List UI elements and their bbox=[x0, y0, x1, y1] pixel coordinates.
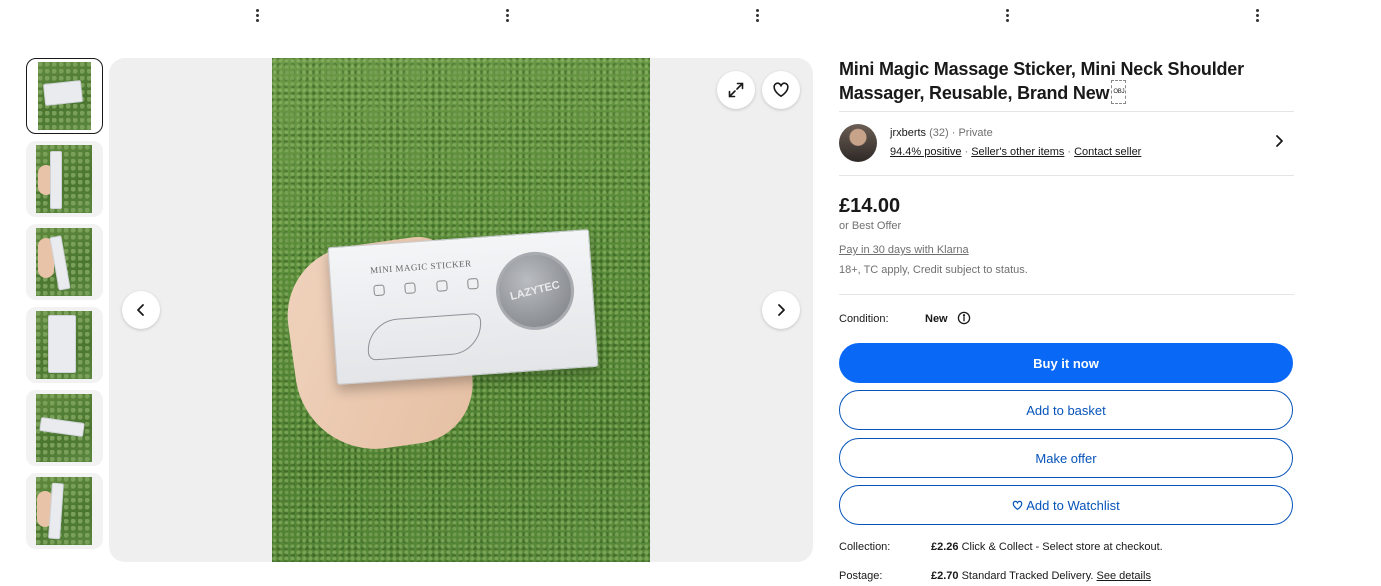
separator: · bbox=[1067, 146, 1072, 158]
product-title-text: Mini Magic Massage Sticker, Mini Neck Sh… bbox=[839, 59, 1244, 103]
product-title: Mini Magic Massage Sticker, Mini Neck Sh… bbox=[839, 58, 1294, 104]
chevron-right-icon[interactable] bbox=[1272, 134, 1286, 148]
more-options-icon[interactable] bbox=[501, 6, 513, 24]
product-box: MINI MAGIC STICKER LAZYTEC bbox=[327, 229, 599, 385]
seller-type: · Private bbox=[951, 127, 993, 139]
divider bbox=[839, 111, 1294, 112]
heart-icon bbox=[773, 82, 789, 97]
chevron-left-icon bbox=[137, 304, 144, 316]
thumbnail-4[interactable] bbox=[26, 307, 103, 383]
watchlist-label: Add to Watchlist bbox=[1026, 497, 1120, 513]
box-brand: LAZYTEC bbox=[508, 278, 562, 303]
info-icon[interactable] bbox=[957, 311, 971, 325]
main-image-viewer: MINI MAGIC STICKER LAZYTEC bbox=[109, 58, 813, 562]
product-box bbox=[50, 151, 62, 209]
collection-price: £2.26 bbox=[931, 541, 959, 553]
box-illustration bbox=[365, 312, 484, 361]
product-box bbox=[39, 417, 85, 437]
seller-avatar[interactable] bbox=[839, 124, 877, 162]
klarna-link[interactable]: Pay in 30 days with Klarna bbox=[839, 244, 969, 256]
seller-name-line: jrxberts (32) · Private bbox=[890, 127, 993, 139]
box-icons bbox=[373, 277, 479, 297]
contact-seller-link[interactable]: Contact seller bbox=[1074, 146, 1141, 158]
seller-other-items-link[interactable]: Seller's other items bbox=[971, 146, 1064, 158]
expand-button[interactable] bbox=[717, 71, 755, 109]
product-box bbox=[48, 482, 64, 540]
klarna-terms: 18+, TC apply, Credit subject to status. bbox=[839, 264, 1028, 276]
obj-badge: OBJ bbox=[1111, 80, 1127, 104]
box-device: LAZYTEC bbox=[493, 249, 577, 333]
product-box bbox=[48, 315, 76, 373]
add-to-basket-button[interactable]: Add to basket bbox=[839, 390, 1293, 430]
thumbnail-6[interactable] bbox=[26, 473, 103, 549]
heart-icon bbox=[1012, 500, 1023, 510]
seller-feedback-link[interactable]: 94.4% positive bbox=[890, 146, 962, 158]
buy-it-now-button[interactable]: Buy it now bbox=[839, 343, 1293, 383]
more-options-icon[interactable] bbox=[751, 6, 763, 24]
thumbnail-image bbox=[36, 311, 92, 379]
thumbnail-2[interactable] bbox=[26, 141, 103, 217]
chevron-right-icon bbox=[778, 304, 785, 316]
add-to-watchlist-button[interactable]: Add to Watchlist bbox=[839, 485, 1293, 525]
seller-name[interactable]: jrxberts bbox=[890, 127, 926, 139]
thumbnail-3[interactable] bbox=[26, 224, 103, 300]
postage-info: £2.70 Standard Tracked Delivery. See det… bbox=[931, 570, 1151, 582]
thumbnail-image bbox=[36, 228, 92, 296]
collection-info: £2.26 Click & Collect - Select store at … bbox=[931, 541, 1163, 553]
more-options-icon[interactable] bbox=[1251, 6, 1263, 24]
seller-links: 94.4% positive · Seller's other items · Cont… bbox=[890, 146, 1141, 158]
product-photo[interactable]: MINI MAGIC STICKER LAZYTEC bbox=[272, 58, 650, 562]
expand-icon bbox=[728, 82, 744, 98]
postage-price: £2.70 bbox=[931, 570, 959, 582]
product-info-panel: Mini Magic Massage Sticker, Mini Neck Sh… bbox=[839, 58, 1294, 582]
seller-feedback-count: (32) bbox=[929, 127, 949, 139]
postage-text: Standard Tracked Delivery. bbox=[961, 570, 1094, 582]
next-image-button[interactable] bbox=[762, 291, 800, 329]
more-options-icon[interactable] bbox=[251, 6, 263, 24]
condition-value: New bbox=[925, 313, 948, 325]
watchlist-heart-button[interactable] bbox=[762, 71, 800, 109]
make-offer-button[interactable]: Make offer bbox=[839, 438, 1293, 478]
thumbnail-image bbox=[36, 394, 92, 462]
condition-label: Condition: bbox=[839, 313, 889, 325]
divider bbox=[839, 294, 1294, 295]
see-details-link[interactable]: See details bbox=[1097, 570, 1151, 582]
thumbnail-image bbox=[36, 477, 92, 545]
thumbnail-image bbox=[38, 62, 91, 130]
collection-text: Click & Collect - Select store at checko… bbox=[961, 541, 1163, 553]
more-options-icon[interactable] bbox=[1001, 6, 1013, 24]
thumbnail-image bbox=[36, 145, 92, 213]
product-box bbox=[42, 80, 84, 106]
best-offer-text: or Best Offer bbox=[839, 220, 902, 232]
thumbnail-5[interactable] bbox=[26, 390, 103, 466]
postage-label: Postage: bbox=[839, 570, 883, 582]
thumbnail-1[interactable] bbox=[26, 58, 103, 134]
collection-label: Collection: bbox=[839, 541, 891, 553]
separator: · bbox=[964, 146, 969, 158]
box-title: MINI MAGIC STICKER bbox=[369, 258, 472, 276]
divider bbox=[839, 175, 1294, 176]
seller-card[interactable]: jrxberts (32) · Private 94.4% positive · S… bbox=[839, 124, 1294, 164]
price: £14.00 bbox=[839, 195, 901, 217]
previous-image-button[interactable] bbox=[122, 291, 160, 329]
